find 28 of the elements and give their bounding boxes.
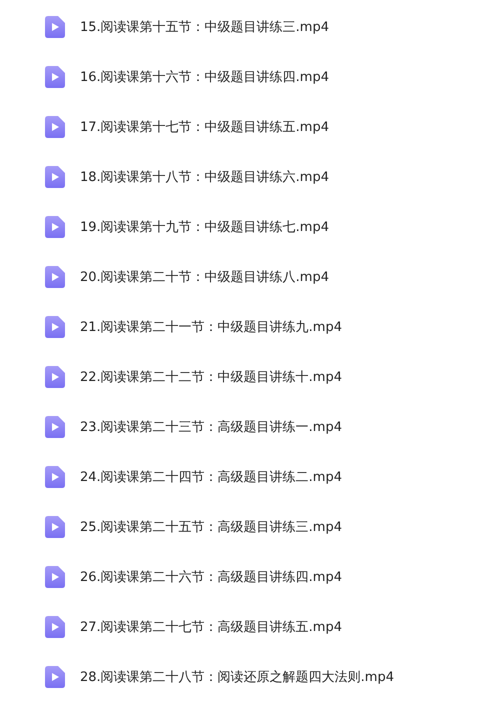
video-file-icon: [45, 566, 65, 588]
file-name[interactable]: 19.阅读课第十九节：中级题目讲练七.mp4: [80, 218, 329, 236]
video-file-icon: [45, 616, 65, 638]
video-file-icon: [45, 316, 65, 338]
file-name[interactable]: 28.阅读课第二十八节：阅读还原之解题四大法则.mp4: [80, 668, 394, 686]
file-name[interactable]: 26.阅读课第二十六节：高级题目讲练四.mp4: [80, 568, 342, 586]
file-name[interactable]: 24.阅读课第二十四节：高级题目讲练二.mp4: [80, 468, 342, 486]
file-name[interactable]: 17.阅读课第十七节：中级题目讲练五.mp4: [80, 118, 329, 136]
video-file-icon: [45, 516, 65, 538]
file-name[interactable]: 16.阅读课第十六节：中级题目讲练四.mp4: [80, 68, 329, 86]
file-name[interactable]: 20.阅读课第二十节：中级题目讲练八.mp4: [80, 268, 329, 286]
video-file-icon: [45, 166, 65, 188]
file-name[interactable]: 25.阅读课第二十五节：高级题目讲练三.mp4: [80, 518, 342, 536]
file-name[interactable]: 18.阅读课第十八节：中级题目讲练六.mp4: [80, 168, 329, 186]
file-name[interactable]: 27.阅读课第二十七节：高级题目讲练五.mp4: [80, 618, 342, 636]
video-file-icon: [45, 366, 65, 388]
video-file-icon: [45, 266, 65, 288]
video-file-icon: [45, 666, 65, 688]
file-name[interactable]: 15.阅读课第十五节：中级题目讲练三.mp4: [80, 18, 329, 36]
video-file-icon: [45, 116, 65, 138]
video-file-icon: [45, 216, 65, 238]
video-file-icon: [45, 466, 65, 488]
file-name[interactable]: 22.阅读课第二十二节：中级题目讲练十.mp4: [80, 368, 342, 386]
video-file-icon: [45, 416, 65, 438]
file-name[interactable]: 21.阅读课第二十一节：中级题目讲练九.mp4: [80, 318, 342, 336]
file-name[interactable]: 23.阅读课第二十三节：高级题目讲练一.mp4: [80, 418, 342, 436]
video-file-icon: [45, 16, 65, 38]
video-file-icon: [45, 66, 65, 88]
